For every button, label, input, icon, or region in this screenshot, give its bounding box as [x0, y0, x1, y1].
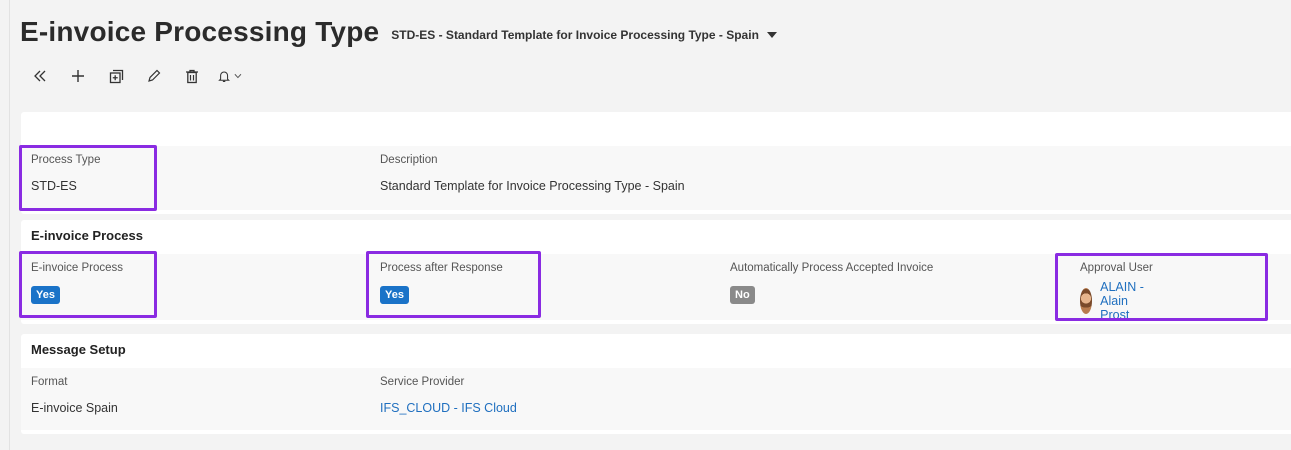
einvoice-process-label: E-invoice Process [31, 262, 124, 274]
page-title: E-invoice Processing Type [20, 16, 380, 47]
delete-icon[interactable] [180, 64, 204, 88]
message-fields: Format E-invoice Spain Service Provider … [21, 368, 1291, 430]
einvoice-process-badge: Yes [31, 286, 60, 304]
notifications-button[interactable] [218, 64, 242, 88]
approval-user-link[interactable]: ALAIN - Alain Prost [1080, 280, 1150, 322]
einvoice-section-title: E-invoice Process [31, 228, 143, 243]
auto-process-accepted-badge: No [730, 286, 755, 304]
approval-user-label: Approval User [1080, 262, 1153, 274]
process-type-label: Process Type [31, 154, 101, 166]
duplicate-icon[interactable] [104, 64, 128, 88]
einvoice-fields: E-invoice Process Yes Process after Resp… [21, 254, 1291, 322]
add-icon[interactable] [66, 64, 90, 88]
message-setup-card: Message Setup Format E-invoice Spain Ser… [21, 334, 1291, 434]
description-value: Standard Template for Invoice Processing… [380, 179, 685, 193]
approval-user-value: ALAIN - Alain Prost [1100, 280, 1144, 322]
service-provider-link[interactable]: IFS_CLOUD - IFS Cloud [380, 401, 517, 415]
service-provider-label: Service Provider [380, 376, 465, 388]
page: E-invoice Processing Type STD-ES - Stand… [9, 0, 1291, 450]
record-selector[interactable]: STD-ES - Standard Template for Invoice P… [391, 28, 777, 42]
collapse-icon[interactable] [28, 64, 52, 88]
general-fields: Process Type STD-ES Description Standard… [21, 146, 1291, 210]
avatar [1080, 288, 1093, 314]
auto-process-accepted-label: Automatically Process Accepted Invoice [730, 262, 934, 274]
general-card: Process Type STD-ES Description Standard… [21, 112, 1291, 214]
process-type-value: STD-ES [31, 179, 77, 193]
edit-icon[interactable] [142, 64, 166, 88]
caret-down-icon [766, 32, 777, 38]
einvoice-process-card: E-invoice Process E-invoice Process Yes … [21, 220, 1291, 324]
page-header: E-invoice Processing Type STD-ES - Stand… [20, 12, 777, 52]
format-value: E-invoice Spain [31, 401, 118, 415]
format-label: Format [31, 376, 68, 388]
bell-icon [218, 70, 230, 82]
record-selector-label: STD-ES - Standard Template for Invoice P… [391, 28, 759, 42]
chevron-down-icon [234, 73, 242, 79]
process-after-response-label: Process after Response [380, 262, 503, 274]
toolbar [28, 64, 256, 88]
message-section-title: Message Setup [31, 342, 126, 357]
description-label: Description [380, 154, 438, 166]
process-after-response-badge: Yes [380, 286, 409, 304]
